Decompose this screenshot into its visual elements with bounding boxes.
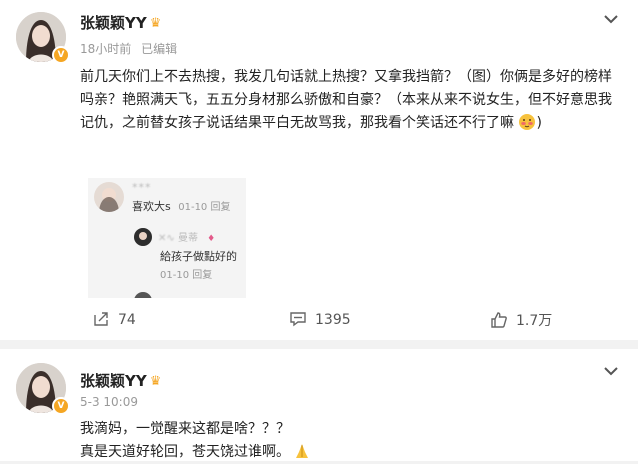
thumbs-up-icon [491, 312, 507, 328]
comment-row: 喜欢大s 01-10 回复 [132, 198, 230, 214]
post-line-1: 我滴妈，一觉醒来这都是啥？？？ [80, 421, 290, 437]
repost-button[interactable]: 74 [92, 310, 136, 328]
reply-name: 曼蒂 [177, 233, 198, 244]
post-image[interactable]: *​*​* 喜欢大s 01-10 回复 ✕∿ 曼蒂 ♦ 給孩子做點好的 01-1… [88, 178, 246, 298]
comment-count: 1395 [315, 312, 351, 328]
username[interactable]: 张颖颖YY [80, 372, 147, 390]
reply-flag-icon: ♦ [207, 234, 216, 244]
repost-count: 74 [118, 312, 136, 328]
comment-meta: 01-10 回复 [178, 202, 231, 213]
repost-icon [94, 312, 108, 326]
crown-icon: ♛ [149, 374, 162, 389]
post-text: 我滴妈，一觉醒来这都是啥？？？ 真是天道好轮回，苍天饶过谁啊。 [80, 418, 625, 464]
like-button[interactable]: 1.7万 [490, 310, 552, 330]
post-time[interactable]: 5-3 10:09 [80, 395, 138, 409]
chevron-down-icon[interactable] [604, 366, 618, 376]
like-count: 1.7万 [516, 313, 553, 329]
action-bar: 74 1395 1.7万 [0, 304, 638, 334]
praying-hands-icon [296, 444, 309, 458]
chevron-down-icon[interactable] [604, 14, 618, 24]
reply-username: ✕∿ 曼蒂 ♦ [158, 233, 216, 244]
crown-icon: ♛ [149, 16, 162, 31]
post-time[interactable]: 18小时前 [80, 42, 131, 56]
reply-avatar [134, 228, 152, 246]
username-row: 张颖颖YY ♛ [80, 370, 161, 391]
username-row: 张颖颖YY ♛ [80, 12, 161, 33]
weibo-post: V 张颖颖YY ♛ 5-3 10:09 我滴妈，一觉醒来这都是啥？？？ 真是天道好… [0, 349, 638, 461]
post-text: 前几天你们上不去热搜，我发几句话就上热搜？又拿我挡箭？（图）你俩是多好的榜样吗亲… [80, 66, 625, 135]
post-line-2: 真是天道好轮回，苍天饶过谁啊。 [80, 444, 290, 460]
comment-button[interactable]: 1395 [289, 310, 351, 328]
shy-face-emoji-icon [519, 114, 536, 130]
verified-badge-icon: V [52, 46, 70, 64]
post-meta: 18小时前 已编辑 [80, 40, 177, 57]
comment-username-blurred: *​*​* [132, 181, 152, 194]
post-body-tail: ) [536, 115, 542, 131]
comment-text: 喜欢大s [132, 200, 171, 213]
next-reply-avatar [134, 292, 152, 298]
verified-badge-icon: V [52, 397, 70, 415]
reply-meta: 01-10 回复 [160, 270, 213, 281]
comment-avatar [94, 182, 124, 212]
edited-label: 已编辑 [141, 42, 178, 56]
comment-icon [290, 312, 306, 327]
username[interactable]: 张颖颖YY [80, 14, 147, 32]
reply-text: 給孩子做點好的 [160, 250, 237, 263]
weibo-post: V 张颖颖YY ♛ 18小时前 已编辑 前几天你们上不去热搜，我发几句话就上热搜？… [0, 0, 638, 340]
